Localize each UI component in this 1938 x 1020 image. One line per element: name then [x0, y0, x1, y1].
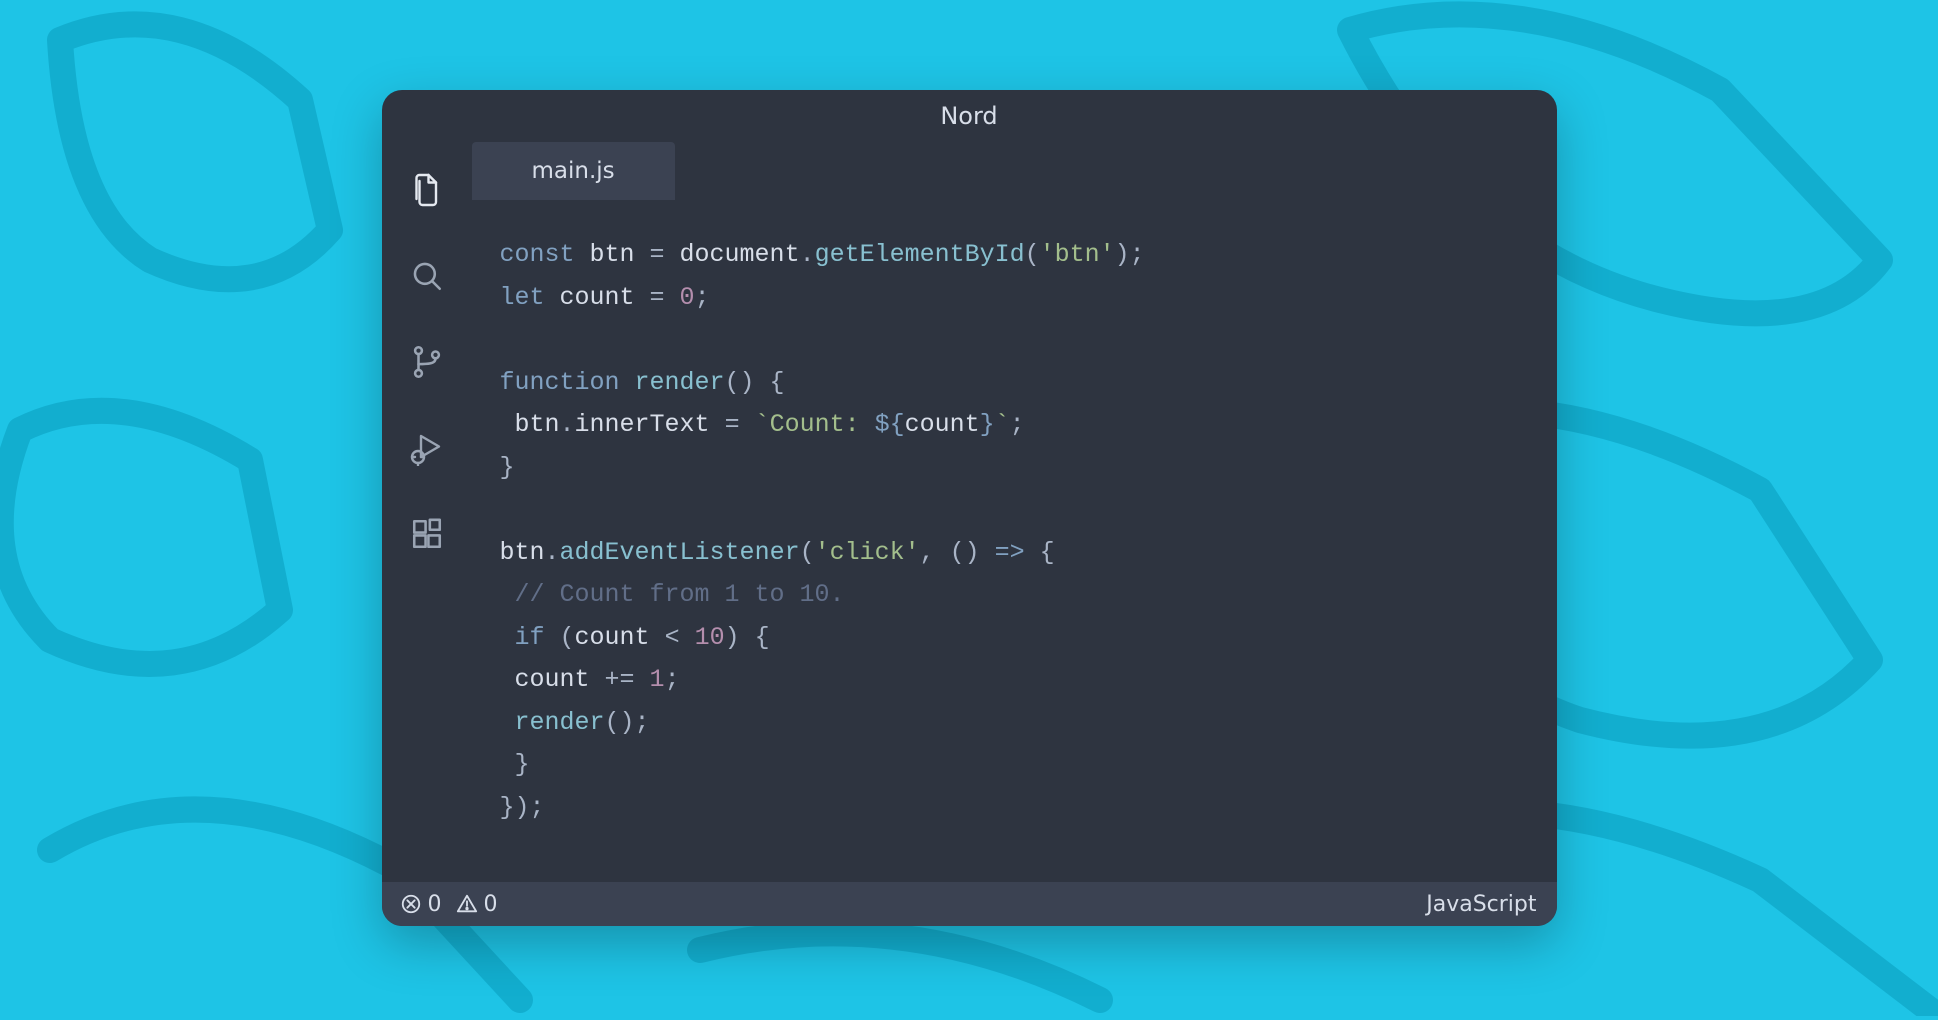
error-icon — [400, 893, 422, 915]
editor-window: Nord — [382, 90, 1557, 926]
files-icon[interactable] — [407, 170, 447, 210]
status-language[interactable]: JavaScript — [1426, 892, 1536, 917]
code-line: } — [500, 744, 1529, 787]
code-line: const btn = document.getElementById('btn… — [500, 234, 1529, 277]
code-line: }); — [500, 787, 1529, 830]
code-line: // Count from 1 to 10. — [500, 574, 1529, 617]
main-area: main.js const btn = document.getElementB… — [472, 142, 1557, 882]
extensions-icon[interactable] — [407, 514, 447, 554]
error-count: 0 — [428, 892, 442, 917]
code-line: count += 1; — [500, 659, 1529, 702]
status-errors[interactable]: 0 — [400, 892, 442, 917]
activity-bar — [382, 142, 472, 882]
warning-count: 0 — [484, 892, 498, 917]
code-line: btn.addEventListener('click', () => { — [500, 532, 1529, 575]
code-line: } — [500, 447, 1529, 490]
code-line — [500, 319, 1529, 362]
tabbar: main.js — [472, 142, 1557, 200]
warning-icon — [456, 893, 478, 915]
debug-icon[interactable] — [407, 428, 447, 468]
code-editor[interactable]: const btn = document.getElementById('btn… — [472, 200, 1557, 869]
titlebar: Nord — [382, 90, 1557, 142]
code-line: if (count < 10) { — [500, 617, 1529, 660]
code-line: render(); — [500, 702, 1529, 745]
code-line: btn.innerText = `Count: ${count}`; — [500, 404, 1529, 447]
language-label: JavaScript — [1426, 892, 1536, 917]
status-warnings[interactable]: 0 — [456, 892, 498, 917]
tab-label: main.js — [532, 158, 615, 184]
editor-body: main.js const btn = document.getElementB… — [382, 142, 1557, 882]
code-line — [500, 489, 1529, 532]
window-title: Nord — [940, 102, 997, 130]
statusbar: 0 0 JavaScript — [382, 882, 1557, 926]
search-icon[interactable] — [407, 256, 447, 296]
code-line: let count = 0; — [500, 277, 1529, 320]
code-line: function render() { — [500, 362, 1529, 405]
tab-main-js[interactable]: main.js — [472, 142, 675, 200]
git-branch-icon[interactable] — [407, 342, 447, 382]
